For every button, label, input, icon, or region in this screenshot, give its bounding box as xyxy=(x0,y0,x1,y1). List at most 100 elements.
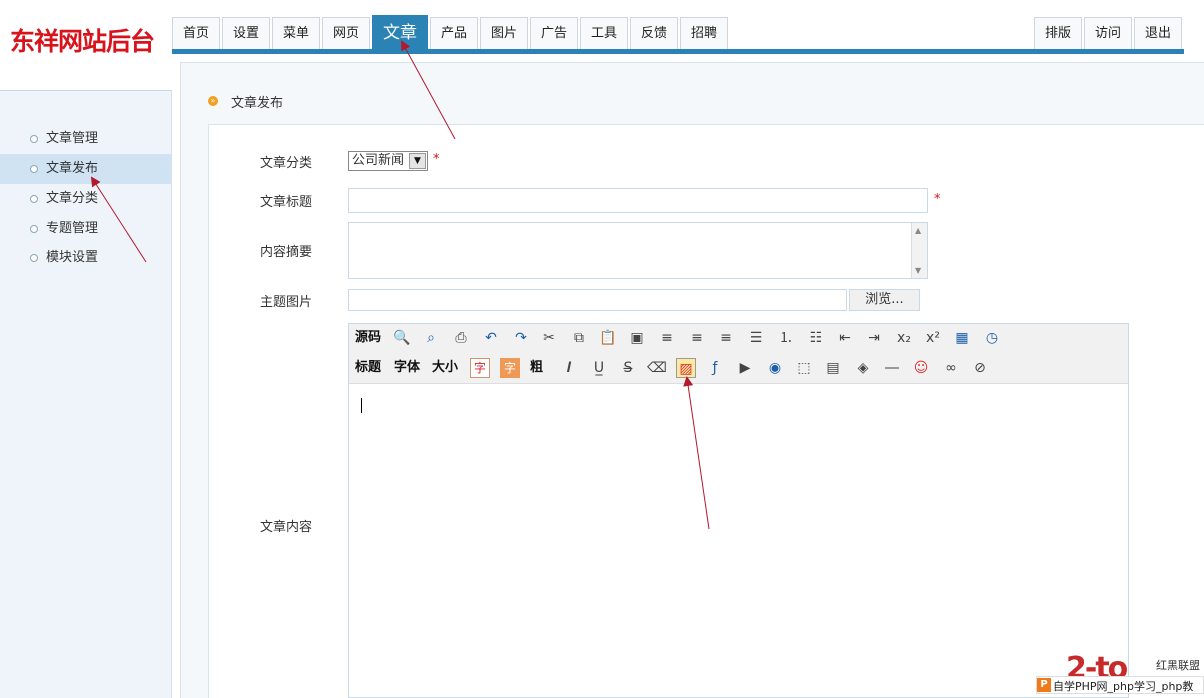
tab-pages[interactable]: 网页 xyxy=(322,17,370,50)
unordered-list-icon[interactable]: ☷ xyxy=(806,328,826,348)
scroll-up-icon[interactable]: ▲ xyxy=(915,226,921,235)
tab-layout[interactable]: 排版 xyxy=(1034,17,1082,50)
sidebar-item-label: 模块设置 xyxy=(46,250,99,265)
undo-icon[interactable]: ↶ xyxy=(481,328,501,348)
logo-area: 东祥网站后台 xyxy=(0,0,172,90)
strikethrough-icon[interactable]: S̶ xyxy=(618,358,638,378)
italic-icon[interactable]: 𝑰 xyxy=(559,358,579,378)
browse-button[interactable]: 浏览... xyxy=(849,289,920,311)
tab-logout[interactable]: 退出 xyxy=(1134,17,1182,50)
align-center-icon[interactable]: ≡ xyxy=(687,328,707,348)
logo-text: 东祥网站后台 xyxy=(10,27,155,56)
media-icon[interactable]: ▶ xyxy=(735,358,755,378)
background-color-icon[interactable]: 字 xyxy=(500,358,520,378)
date-icon[interactable]: ▦ xyxy=(952,328,972,348)
superscript-icon[interactable]: x² xyxy=(923,328,943,348)
redo-icon[interactable]: ↷ xyxy=(511,328,531,348)
align-left-icon[interactable]: ≡ xyxy=(657,328,677,348)
tab-visit[interactable]: 访问 xyxy=(1084,17,1132,50)
unlink-icon[interactable]: ⊘ xyxy=(970,358,990,378)
bullet-icon xyxy=(30,165,38,173)
tab-products[interactable]: 产品 xyxy=(430,17,478,50)
sidebar-item-topic-manage[interactable]: 专题管理 xyxy=(0,214,171,244)
scroll-down-icon[interactable]: ▼ xyxy=(915,266,921,275)
sidebar: 文章管理 文章发布 文章分类 专题管理 模块设置 xyxy=(0,90,172,698)
sidebar-item-article-publish[interactable]: 文章发布 xyxy=(0,154,171,184)
tab-jobs[interactable]: 招聘 xyxy=(680,17,728,50)
justify-icon[interactable]: ☰ xyxy=(746,328,766,348)
title-input[interactable] xyxy=(348,188,928,213)
php-logo-icon: P xyxy=(1037,678,1051,692)
text-color-icon[interactable]: 字 xyxy=(470,358,490,378)
watermark-sub: 红黑联盟 xyxy=(1156,659,1200,672)
tab-tools[interactable]: 工具 xyxy=(580,17,628,50)
sidebar-item-label: 文章分类 xyxy=(46,191,99,206)
image-file-input[interactable] xyxy=(348,289,847,311)
sidebar-item-article-category[interactable]: 文章分类 xyxy=(0,184,171,214)
font-size-button[interactable]: 大小 xyxy=(432,358,458,378)
chevron-down-icon[interactable]: ▼ xyxy=(409,153,426,169)
summary-textarea[interactable]: ▲ ▼ xyxy=(348,222,928,279)
required-mark: * xyxy=(934,192,941,207)
bullet-icon xyxy=(30,225,38,233)
outdent-icon[interactable]: ⇤ xyxy=(835,328,855,348)
category-select[interactable]: 公司新闻 ▼ xyxy=(348,151,428,171)
special-char-icon[interactable]: ◈ xyxy=(853,358,873,378)
tab-articles[interactable]: 文章 xyxy=(372,15,428,50)
bullet-icon xyxy=(30,195,38,203)
sidebar-item-label: 文章管理 xyxy=(46,131,99,146)
tab-settings[interactable]: 设置 xyxy=(222,17,270,50)
tab-ads[interactable]: 广告 xyxy=(530,17,578,50)
search-icon[interactable]: ⌕ xyxy=(421,328,441,348)
tab-images[interactable]: 图片 xyxy=(480,17,528,50)
cut-icon[interactable]: ✂ xyxy=(539,328,559,348)
sidebar-item-module-settings[interactable]: 模块设置 xyxy=(0,243,171,273)
nav-accent-bar xyxy=(172,49,1184,54)
bullet-icon xyxy=(30,135,38,143)
category-selected-value: 公司新闻 xyxy=(352,153,405,168)
image-label: 主题图片 xyxy=(260,295,313,310)
realmedia-icon[interactable]: ◉ xyxy=(765,358,785,378)
ordered-list-icon[interactable]: ⒈ xyxy=(776,328,796,348)
paste-icon[interactable]: 📋 xyxy=(598,328,618,348)
top-nav: 首页 设置 菜单 网页 文章 产品 图片 广告 工具 反馈 招聘 排版 访问 退… xyxy=(172,0,1204,56)
breadcrumb: 文章发布 xyxy=(231,96,284,111)
source-button[interactable]: 源码 xyxy=(355,328,381,348)
tab-home[interactable]: 首页 xyxy=(172,17,220,50)
preview-icon[interactable]: 🔍 xyxy=(392,328,412,348)
eraser-icon[interactable]: ⌫ xyxy=(647,358,667,378)
font-button[interactable]: 字体 xyxy=(394,358,420,378)
subscript-icon[interactable]: x₂ xyxy=(894,328,914,348)
breadcrumb-arrow-icon: » xyxy=(208,96,218,106)
scrollbar[interactable]: ▲ ▼ xyxy=(911,223,927,278)
print-icon[interactable]: ⎙ xyxy=(451,328,471,348)
table-icon[interactable]: ▤ xyxy=(823,358,843,378)
copy-icon[interactable]: ⧉ xyxy=(569,328,589,348)
select-all-icon[interactable]: ▣ xyxy=(627,328,647,348)
required-mark: * xyxy=(433,152,440,167)
align-right-icon[interactable]: ≡ xyxy=(716,328,736,348)
sidebar-item-label: 专题管理 xyxy=(46,221,99,236)
content-label: 文章内容 xyxy=(260,520,313,535)
category-label: 文章分类 xyxy=(260,156,313,171)
tab-feedback[interactable]: 反馈 xyxy=(630,17,678,50)
heading-button[interactable]: 标题 xyxy=(355,358,381,378)
flash-icon[interactable]: ƒ xyxy=(705,358,725,378)
time-icon[interactable]: ◷ xyxy=(982,328,1002,348)
insert-image-icon[interactable]: ▨ xyxy=(676,358,696,378)
text-caret xyxy=(361,398,362,413)
tab-menu[interactable]: 菜单 xyxy=(272,17,320,50)
link-icon[interactable]: ∞ xyxy=(941,358,961,378)
underline-icon[interactable]: U̲ xyxy=(589,358,609,378)
indent-icon[interactable]: ⇥ xyxy=(864,328,884,348)
sidebar-item-label: 文章发布 xyxy=(46,161,99,176)
rich-text-editor[interactable]: 源码 🔍 ⌕ ⎙ ↶ ↷ ✂ ⧉ 📋 ▣ ≡ ≡ ≡ ☰ ⒈ ☷ ⇤ ⇥ x₂ … xyxy=(348,323,1129,698)
horizontal-rule-icon[interactable]: ― xyxy=(882,358,902,378)
bold-icon[interactable]: 粗 xyxy=(530,358,543,378)
sidebar-item-article-manage[interactable]: 文章管理 xyxy=(0,124,171,154)
layer-icon[interactable]: ⬚ xyxy=(794,358,814,378)
emoticon-icon[interactable]: ☺ xyxy=(911,358,931,378)
title-label: 文章标题 xyxy=(260,195,313,210)
editor-toolbar: 源码 🔍 ⌕ ⎙ ↶ ↷ ✂ ⧉ 📋 ▣ ≡ ≡ ≡ ☰ ⒈ ☷ ⇤ ⇥ x₂ … xyxy=(349,324,1128,384)
watermark-text: 自学PHP网_php学习_php教 xyxy=(1053,680,1194,693)
